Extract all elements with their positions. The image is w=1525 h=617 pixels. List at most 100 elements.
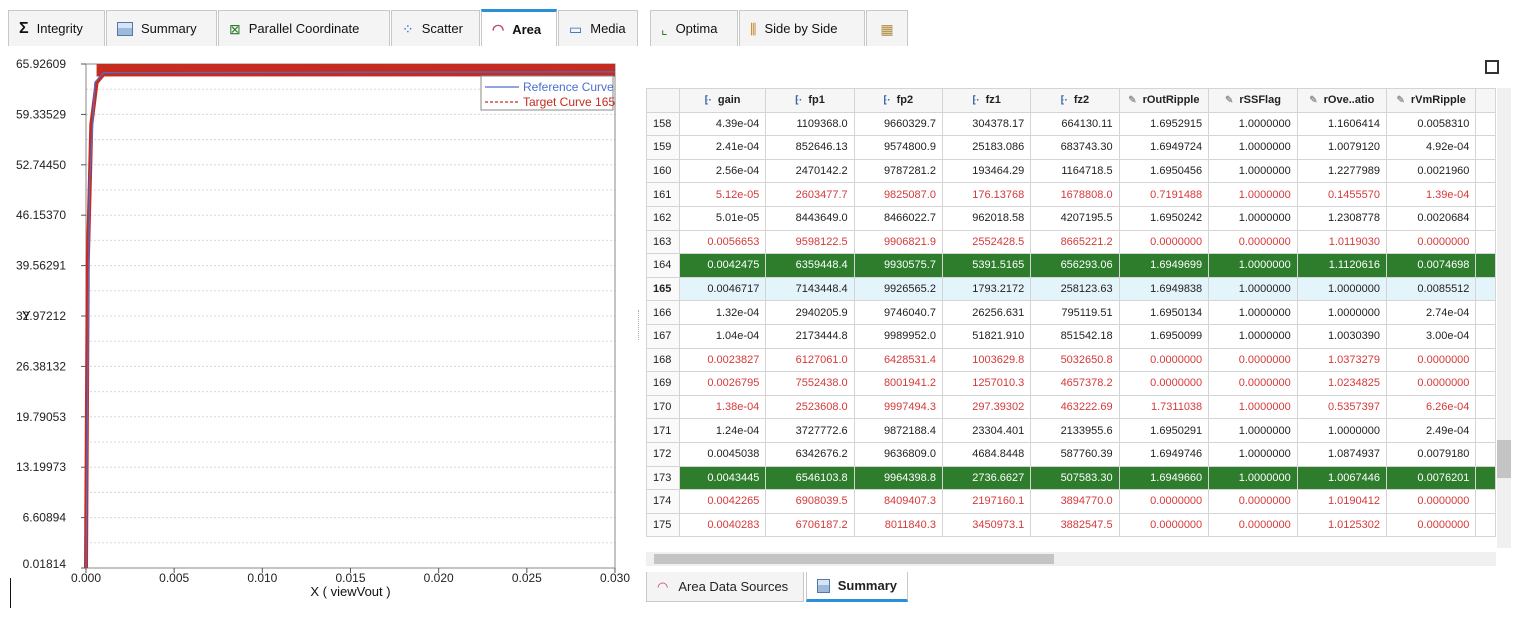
tab-media[interactable]: ▭ Media: [558, 10, 638, 46]
table-cell[interactable]: 5.12e-05: [678, 182, 767, 207]
tab-summary[interactable]: Summary: [106, 10, 217, 46]
table-cell[interactable]: 0.0000000: [1208, 489, 1298, 514]
table-cell[interactable]: 0.0000000: [1118, 512, 1210, 538]
table-cell[interactable]: 1.6952915: [1118, 111, 1210, 137]
table-cell[interactable]: 1.0000000: [1296, 276, 1387, 302]
table-cell[interactable]: 656293.06: [1030, 253, 1120, 278]
table-row[interactable]: 173 0.0043445 6546103.8 9964398.8 2736.6627 5…: [646, 465, 1496, 491]
table-cell[interactable]: 3894770.0: [1030, 489, 1120, 514]
table-cell[interactable]: 1.0030390: [1296, 323, 1387, 349]
table-cell[interactable]: 0.0046717: [678, 276, 767, 302]
table-cell[interactable]: 0.0021960: [1385, 158, 1477, 184]
table-cell[interactable]: 0.1455570: [1296, 182, 1387, 207]
tab-scatter[interactable]: ⁘ Scatter: [391, 10, 480, 46]
table-cell[interactable]: 0.0000000: [1118, 347, 1210, 373]
table-cell[interactable]: 1109368.0: [765, 111, 855, 137]
table-cell[interactable]: 0.0000000: [1208, 512, 1298, 538]
scroll-thumb[interactable]: [1497, 440, 1511, 478]
table-cell[interactable]: 1.0000000: [1208, 465, 1298, 491]
table-cell[interactable]: 0.0000000: [1385, 489, 1477, 514]
table-row[interactable]: 164 0.0042475 6359448.4 9930575.7 5391.5165 6…: [646, 253, 1496, 278]
table-cell[interactable]: 1.6950099: [1118, 323, 1210, 349]
tab-integrity[interactable]: Σ Integrity: [8, 10, 105, 46]
table-cell[interactable]: 258123.63: [1030, 276, 1120, 302]
table-cell[interactable]: 1.0079120: [1296, 135, 1387, 160]
table-cell[interactable]: 1.24e-04: [678, 418, 767, 443]
row-number[interactable]: 170: [646, 394, 680, 420]
row-number[interactable]: 168: [646, 347, 680, 373]
row-number[interactable]: 162: [646, 205, 680, 231]
table-cell[interactable]: 0.0076201: [1385, 465, 1477, 491]
table-cell[interactable]: 1.6950242: [1118, 205, 1210, 231]
table-row[interactable]: 162 5.01e-05 8443649.0 8466022.7 962018.58 42…: [646, 205, 1496, 231]
table-row[interactable]: 165 0.0046717 7143448.4 9926565.2 1793.2172 2…: [646, 276, 1496, 302]
table-cell[interactable]: 1.0000000: [1208, 276, 1298, 302]
table-cell[interactable]: 9660329.7: [853, 111, 943, 137]
table-cell[interactable]: 1.6949660: [1118, 465, 1210, 491]
table-cell[interactable]: 2.49e-04: [1385, 418, 1477, 443]
row-number[interactable]: 169: [646, 371, 680, 396]
column-header-fp2[interactable]: ⁅· fp2: [853, 88, 943, 113]
table-cell[interactable]: 9964398.8: [853, 465, 943, 491]
table-cell[interactable]: 1.0000000: [1208, 323, 1298, 349]
column-header-routripple[interactable]: ✎ rOutRipple: [1118, 88, 1210, 113]
table-cell[interactable]: 1678808.0: [1030, 182, 1120, 207]
table-cell[interactable]: 962018.58: [941, 205, 1032, 231]
table-cell[interactable]: 1003629.8: [941, 347, 1032, 373]
row-number[interactable]: 171: [646, 418, 680, 443]
table-cell[interactable]: 1.0119030: [1296, 229, 1387, 255]
table-cell[interactable]: 683743.30: [1030, 135, 1120, 160]
row-number[interactable]: 172: [646, 441, 680, 467]
table-cell[interactable]: 8409407.3: [853, 489, 943, 514]
table-cell[interactable]: 0.0000000: [1118, 371, 1210, 396]
tab-area-data-sources[interactable]: ◠ Area Data Sources: [646, 572, 804, 602]
table-cell[interactable]: 8466022.7: [853, 205, 943, 231]
table-cell[interactable]: 1.6950291: [1118, 418, 1210, 443]
table-row[interactable]: 161 5.12e-05 2603477.7 9825087.0 176.13768 16…: [646, 182, 1496, 207]
table-row[interactable]: 166 1.32e-04 2940205.9 9746040.7 26256.631 79…: [646, 300, 1496, 325]
row-number[interactable]: 175: [646, 512, 680, 538]
table-row[interactable]: 170 1.38e-04 2523608.0 9997494.3 297.39302 46…: [646, 394, 1496, 420]
table-cell[interactable]: 1.0000000: [1208, 135, 1298, 160]
tab-summary-bottom[interactable]: Summary: [806, 572, 908, 602]
table-cell[interactable]: 9906821.9: [853, 229, 943, 255]
table-cell[interactable]: 0.0000000: [1118, 229, 1210, 255]
table-cell[interactable]: 193464.29: [941, 158, 1032, 184]
table-row[interactable]: 171 1.24e-04 3727772.6 9872188.4 23304.401 21…: [646, 418, 1496, 443]
row-number[interactable]: 165: [646, 276, 680, 302]
table-cell[interactable]: 0.0000000: [1385, 512, 1477, 538]
table-cell[interactable]: 176.13768: [941, 182, 1032, 207]
table-cell[interactable]: 1.0000000: [1208, 111, 1298, 137]
table-cell[interactable]: 0.0000000: [1385, 371, 1477, 396]
table-cell[interactable]: 9787281.2: [853, 158, 943, 184]
table-cell[interactable]: 2197160.1: [941, 489, 1032, 514]
table-cell[interactable]: 1.39e-04: [1385, 182, 1477, 207]
table-cell[interactable]: 2603477.7: [765, 182, 855, 207]
table-cell[interactable]: 0.0056653: [678, 229, 767, 255]
table-cell[interactable]: 0.0000000: [1118, 489, 1210, 514]
column-header-rssflag[interactable]: ✎ rSSFlag: [1208, 88, 1298, 113]
table-row[interactable]: 169 0.0026795 7552438.0 8001941.2 1257010.3 4…: [646, 371, 1496, 396]
table-cell[interactable]: 2552428.5: [941, 229, 1032, 255]
table-cell[interactable]: 1.0000000: [1208, 158, 1298, 184]
table-cell[interactable]: 0.0026795: [678, 371, 767, 396]
table-row[interactable]: 174 0.0042265 6908039.5 8409407.3 2197160.1 3…: [646, 489, 1496, 514]
table-cell[interactable]: 9997494.3: [853, 394, 943, 420]
table-cell[interactable]: 51821.910: [941, 323, 1032, 349]
tab-area[interactable]: ◠ Area: [481, 9, 557, 46]
row-number[interactable]: 173: [646, 465, 680, 491]
table-cell[interactable]: 5032650.8: [1030, 347, 1120, 373]
table-cell[interactable]: 2940205.9: [765, 300, 855, 325]
column-header-more[interactable]: [1475, 88, 1496, 113]
area-chart[interactable]: 0.018146.6089413.1997319.7905326.3813232…: [8, 46, 633, 606]
column-header-gain[interactable]: ⁅· gain: [678, 88, 767, 113]
table-cell[interactable]: 1.6950456: [1118, 158, 1210, 184]
table-cell[interactable]: 664130.11: [1030, 111, 1120, 137]
table-cell[interactable]: 1793.2172: [941, 276, 1032, 302]
table-cell[interactable]: 1164718.5: [1030, 158, 1120, 184]
table-cell[interactable]: 5.01e-05: [678, 205, 767, 231]
table-cell[interactable]: 2736.6627: [941, 465, 1032, 491]
table-cell[interactable]: 2.56e-04: [678, 158, 767, 184]
row-number[interactable]: 164: [646, 253, 680, 278]
table-cell[interactable]: 1.6949838: [1118, 276, 1210, 302]
